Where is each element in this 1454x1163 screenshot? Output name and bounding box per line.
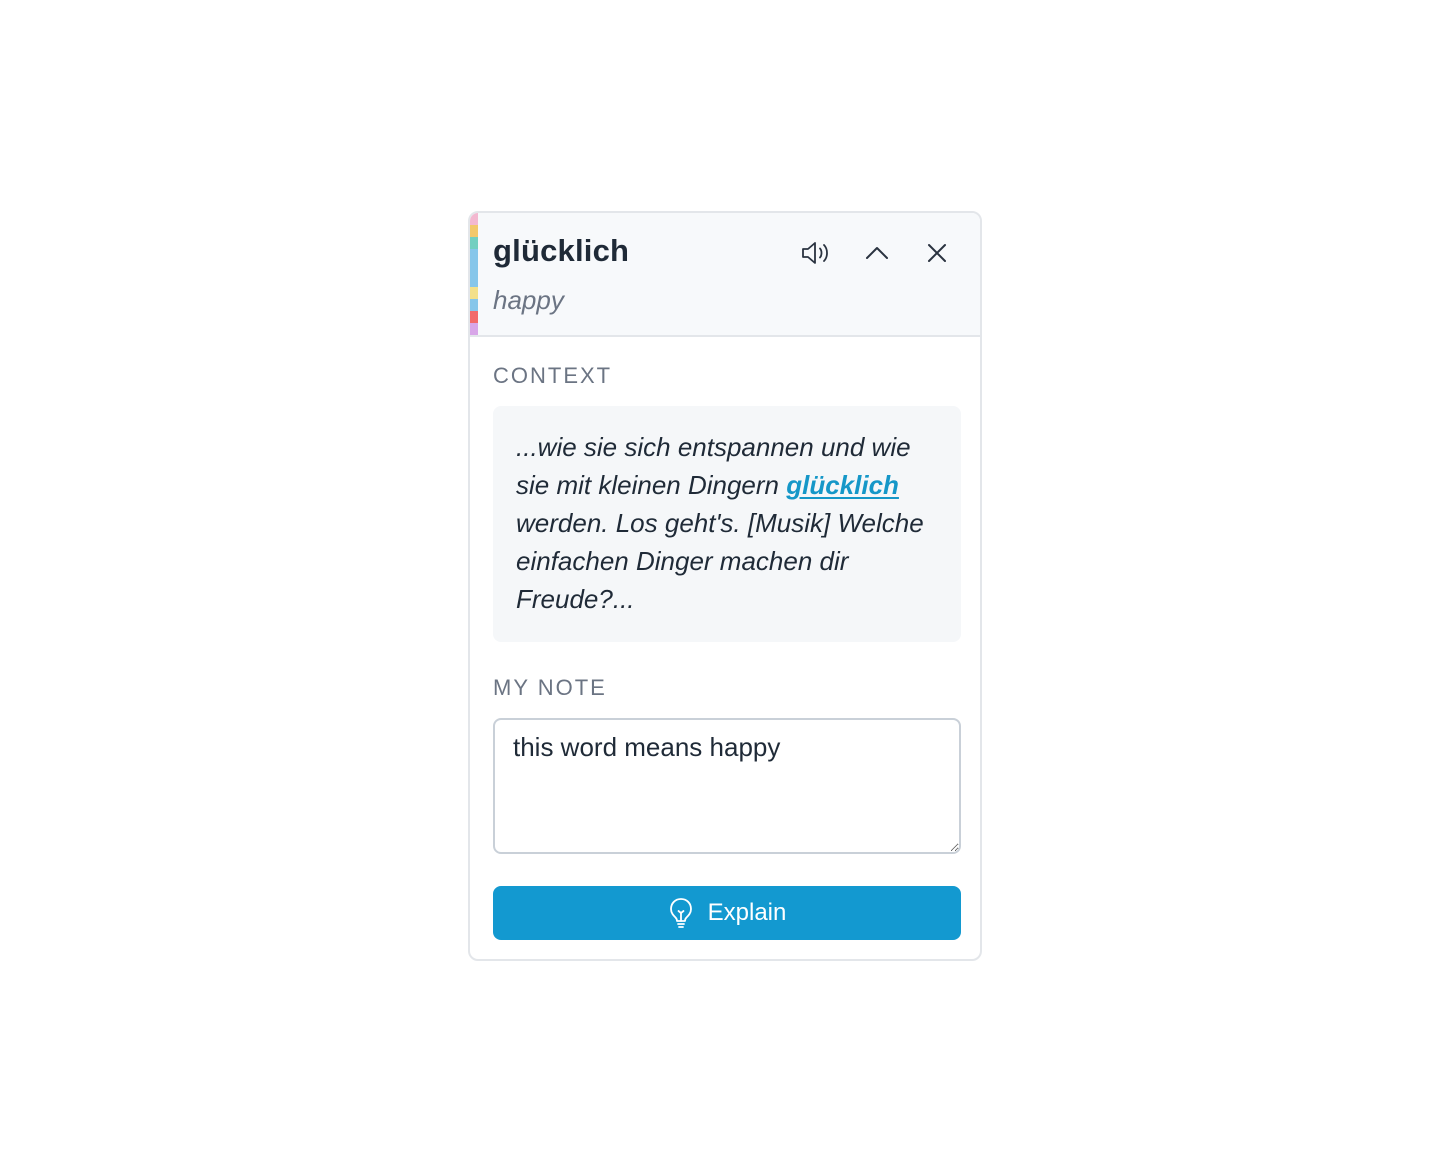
pronounce-button[interactable] xyxy=(796,233,836,273)
context-label: CONTEXT xyxy=(493,363,613,388)
chevron-up-icon xyxy=(863,243,891,263)
close-button[interactable] xyxy=(917,233,957,273)
collapse-button[interactable] xyxy=(857,233,897,273)
explain-button[interactable]: Explain xyxy=(493,886,961,940)
note-textarea[interactable]: this word means happy xyxy=(493,718,961,854)
context-sentence: ...wie sie sich entspannen und wie sie m… xyxy=(516,428,941,618)
close-icon xyxy=(926,242,948,264)
lightbulb-icon xyxy=(668,897,694,929)
word-translation: happy xyxy=(493,285,564,315)
explain-label: Explain xyxy=(707,899,787,926)
context-box: ...wie sie sich entspannen und wie sie m… xyxy=(493,406,961,642)
word-title: glücklich xyxy=(493,233,630,268)
word-popup-card: glücklich happy CONTEXT ...wie sie sich … xyxy=(468,211,982,961)
popup-header: glücklich happy xyxy=(470,213,980,337)
highlighted-word-link[interactable]: glücklich xyxy=(786,470,899,500)
color-stripe xyxy=(470,213,478,335)
context-after: werden. Los geht's. [Musik] Welche einfa… xyxy=(516,508,924,614)
speaker-icon xyxy=(800,238,832,268)
note-label: MY NOTE xyxy=(493,675,607,700)
